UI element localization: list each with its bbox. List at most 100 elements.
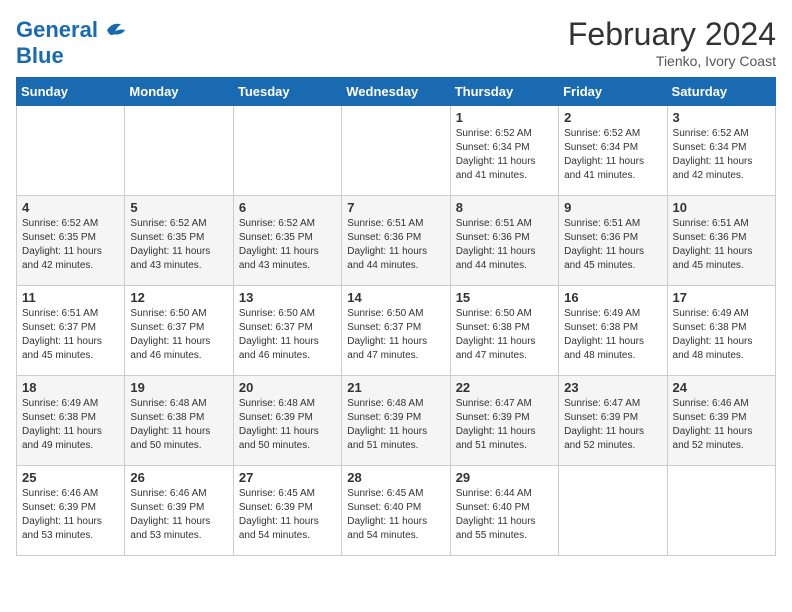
day-header-monday: Monday <box>125 78 233 106</box>
calendar-cell: 15Sunrise: 6:50 AM Sunset: 6:38 PM Dayli… <box>450 286 558 376</box>
day-number: 2 <box>564 110 661 125</box>
logo-text: General <box>16 18 98 42</box>
day-number: 13 <box>239 290 336 305</box>
day-info: Sunrise: 6:51 AM Sunset: 6:37 PM Dayligh… <box>22 307 119 363</box>
calendar-cell: 29 Sunrise: 6:44 AM Sunset: 6:40 PM Dayli… <box>450 466 558 556</box>
day-header-saturday: Saturday <box>667 78 775 106</box>
day-number: 21 <box>347 380 444 395</box>
calendar-cell: 5 Sunrise: 6:52 AM Sunset: 6:35 PM Daylig… <box>125 196 233 286</box>
calendar-cell: 12 Sunrise: 6:50 AM Sunset: 6:37 PM Dayli… <box>125 286 233 376</box>
calendar-cell: 2 Sunrise: 6:52 AM Sunset: 6:34 PM Daylig… <box>559 106 667 196</box>
calendar-cell: 7Sunrise: 6:51 AM Sunset: 6:36 PM Daylig… <box>342 196 450 286</box>
calendar-table: SundayMondayTuesdayWednesdayThursdayFrid… <box>16 77 776 556</box>
calendar-week-row: 18 Sunrise: 6:49 AM Sunset: 6:38 PM Dayli… <box>17 376 776 466</box>
day-number: 10 <box>673 200 770 215</box>
calendar-cell: 8Sunrise: 6:51 AM Sunset: 6:36 PM Daylig… <box>450 196 558 286</box>
day-number: 9 <box>564 200 661 215</box>
day-number: 18 <box>22 380 119 395</box>
logo-text-blue: Blue <box>16 44 128 68</box>
calendar-cell <box>233 106 341 196</box>
day-info: Sunrise: 6:51 AM Sunset: 6:36 PM Dayligh… <box>673 217 770 273</box>
day-info: Sunrise: 6:49 AM Sunset: 6:38 PM Dayligh… <box>673 307 770 363</box>
day-info: Sunrise: 6:46 AM Sunset: 6:39 PM Dayligh… <box>130 487 227 543</box>
logo: General Blue <box>16 16 128 68</box>
calendar-cell <box>559 466 667 556</box>
calendar-cell <box>125 106 233 196</box>
day-header-sunday: Sunday <box>17 78 125 106</box>
day-number: 27 <box>239 470 336 485</box>
calendar-cell: 4Sunrise: 6:52 AM Sunset: 6:35 PM Daylig… <box>17 196 125 286</box>
day-info: Sunrise: 6:52 AM Sunset: 6:35 PM Dayligh… <box>239 217 336 273</box>
calendar-cell <box>17 106 125 196</box>
calendar-cell: 17 Sunrise: 6:49 AM Sunset: 6:38 PM Dayli… <box>667 286 775 376</box>
calendar-cell: 6 Sunrise: 6:52 AM Sunset: 6:35 PM Daylig… <box>233 196 341 286</box>
day-number: 7 <box>347 200 444 215</box>
calendar-cell: 23 Sunrise: 6:47 AM Sunset: 6:39 PM Dayli… <box>559 376 667 466</box>
calendar-cell <box>667 466 775 556</box>
calendar-cell: 16 Sunrise: 6:49 AM Sunset: 6:38 PM Dayli… <box>559 286 667 376</box>
day-number: 8 <box>456 200 553 215</box>
day-number: 28 <box>347 470 444 485</box>
calendar-cell: 24 Sunrise: 6:46 AM Sunset: 6:39 PM Dayli… <box>667 376 775 466</box>
calendar-week-row: 11 Sunrise: 6:51 AM Sunset: 6:37 PM Dayli… <box>17 286 776 376</box>
calendar-cell: 28Sunrise: 6:45 AM Sunset: 6:40 PM Dayli… <box>342 466 450 556</box>
day-info: Sunrise: 6:46 AM Sunset: 6:39 PM Dayligh… <box>22 487 119 543</box>
day-info: Sunrise: 6:49 AM Sunset: 6:38 PM Dayligh… <box>22 397 119 453</box>
day-number: 6 <box>239 200 336 215</box>
day-number: 23 <box>564 380 661 395</box>
day-number: 29 <box>456 470 553 485</box>
title-area: February 2024 Tienko, Ivory Coast <box>568 16 776 69</box>
day-info: Sunrise: 6:46 AM Sunset: 6:39 PM Dayligh… <box>673 397 770 453</box>
day-info: Sunrise: 6:49 AM Sunset: 6:38 PM Dayligh… <box>564 307 661 363</box>
day-header-tuesday: Tuesday <box>233 78 341 106</box>
calendar-cell: 18 Sunrise: 6:49 AM Sunset: 6:38 PM Dayli… <box>17 376 125 466</box>
calendar-body: 1 Sunrise: 6:52 AM Sunset: 6:34 PM Daylig… <box>17 106 776 556</box>
logo-bird-icon <box>100 16 128 44</box>
calendar-week-row: 1 Sunrise: 6:52 AM Sunset: 6:34 PM Daylig… <box>17 106 776 196</box>
day-number: 5 <box>130 200 227 215</box>
calendar-cell: 14Sunrise: 6:50 AM Sunset: 6:37 PM Dayli… <box>342 286 450 376</box>
day-info: Sunrise: 6:51 AM Sunset: 6:36 PM Dayligh… <box>564 217 661 273</box>
day-info: Sunrise: 6:47 AM Sunset: 6:39 PM Dayligh… <box>456 397 553 453</box>
day-info: Sunrise: 6:48 AM Sunset: 6:39 PM Dayligh… <box>347 397 444 453</box>
day-header-thursday: Thursday <box>450 78 558 106</box>
calendar-week-row: 4 Sunrise: 6:52 AM Sunset: 6:35 PM Daylig… <box>17 196 776 286</box>
day-number: 3 <box>673 110 770 125</box>
day-info: Sunrise: 6:52 AM Sunset: 6:34 PM Dayligh… <box>456 127 553 183</box>
day-number: 19 <box>130 380 227 395</box>
day-number: 17 <box>673 290 770 305</box>
calendar-cell: 25 Sunrise: 6:46 AM Sunset: 6:39 PM Dayli… <box>17 466 125 556</box>
day-number: 22 <box>456 380 553 395</box>
day-header-wednesday: Wednesday <box>342 78 450 106</box>
calendar-cell: 19Sunrise: 6:48 AM Sunset: 6:38 PM Dayli… <box>125 376 233 466</box>
month-title: February 2024 <box>568 16 776 53</box>
day-number: 25 <box>22 470 119 485</box>
calendar-cell <box>342 106 450 196</box>
day-number: 16 <box>564 290 661 305</box>
calendar-week-row: 25 Sunrise: 6:46 AM Sunset: 6:39 PM Dayli… <box>17 466 776 556</box>
calendar-cell: 9 Sunrise: 6:51 AM Sunset: 6:36 PM Daylig… <box>559 196 667 286</box>
calendar-cell: 10 Sunrise: 6:51 AM Sunset: 6:36 PM Dayli… <box>667 196 775 286</box>
day-number: 20 <box>239 380 336 395</box>
day-info: Sunrise: 6:52 AM Sunset: 6:34 PM Dayligh… <box>564 127 661 183</box>
day-info: Sunrise: 6:44 AM Sunset: 6:40 PM Dayligh… <box>456 487 553 543</box>
day-header-friday: Friday <box>559 78 667 106</box>
day-number: 15 <box>456 290 553 305</box>
day-number: 12 <box>130 290 227 305</box>
calendar-cell: 1 Sunrise: 6:52 AM Sunset: 6:34 PM Daylig… <box>450 106 558 196</box>
day-info: Sunrise: 6:50 AM Sunset: 6:37 PM Dayligh… <box>347 307 444 363</box>
calendar-header-row: SundayMondayTuesdayWednesdayThursdayFrid… <box>17 78 776 106</box>
calendar-cell: 27 Sunrise: 6:45 AM Sunset: 6:39 PM Dayli… <box>233 466 341 556</box>
day-info: Sunrise: 6:52 AM Sunset: 6:35 PM Dayligh… <box>130 217 227 273</box>
day-number: 26 <box>130 470 227 485</box>
day-info: Sunrise: 6:47 AM Sunset: 6:39 PM Dayligh… <box>564 397 661 453</box>
day-info: Sunrise: 6:45 AM Sunset: 6:39 PM Dayligh… <box>239 487 336 543</box>
calendar-cell: 22 Sunrise: 6:47 AM Sunset: 6:39 PM Dayli… <box>450 376 558 466</box>
page-header: General Blue February 2024 Tienko, Ivory… <box>16 16 776 69</box>
day-number: 11 <box>22 290 119 305</box>
day-info: Sunrise: 6:50 AM Sunset: 6:37 PM Dayligh… <box>130 307 227 363</box>
day-info: Sunrise: 6:52 AM Sunset: 6:34 PM Dayligh… <box>673 127 770 183</box>
day-number: 1 <box>456 110 553 125</box>
day-number: 24 <box>673 380 770 395</box>
day-number: 4 <box>22 200 119 215</box>
